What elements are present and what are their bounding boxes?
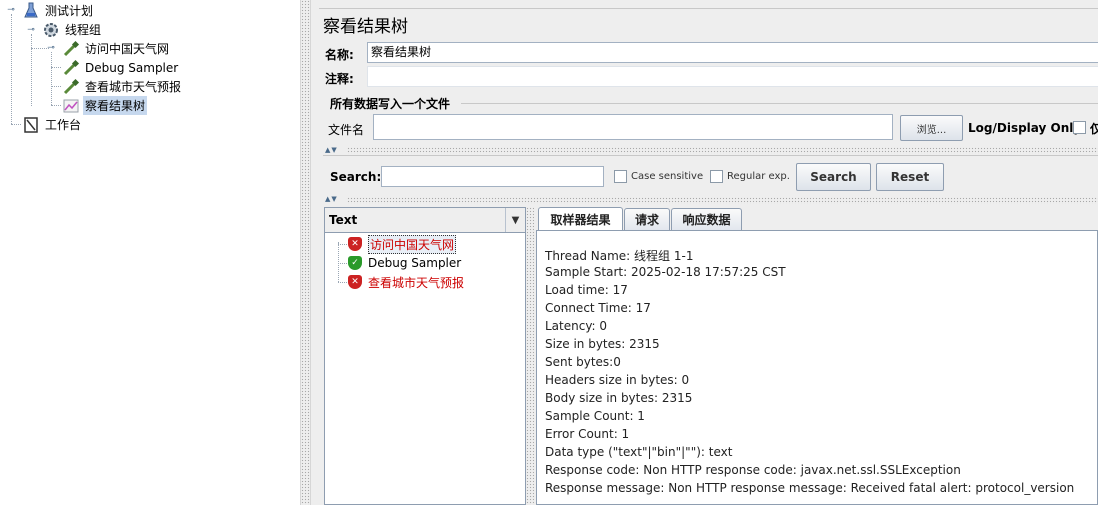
search-label: Search: [330, 170, 382, 184]
error-shield-icon: ✕ [348, 237, 362, 251]
sample-result-list[interactable]: Text ▼ ✕ 访问中国天气网 ✓ Debug Sampler ✕ 查看城市天… [324, 207, 526, 505]
log-display-only-label: Log/Display Only: [968, 121, 1086, 135]
regex-checkbox[interactable] [710, 170, 723, 183]
results-tree-chart-icon [62, 97, 80, 115]
search-button[interactable]: Search [796, 163, 871, 191]
browse-button[interactable]: 浏览... [900, 115, 963, 141]
result-item-failed[interactable]: ✕ 查看城市天气预报 [348, 273, 464, 291]
collapse-arrows-icon[interactable]: ▲▼ [325, 195, 338, 203]
tree-expand-toggle[interactable]: ⊸ [46, 43, 56, 53]
errors-checkbox[interactable] [1073, 121, 1086, 134]
tree-node-http-sampler[interactable]: 访问中国天气网 [62, 39, 171, 58]
panel-border [319, 8, 1098, 9]
result-item-label: 访问中国天气网 [368, 234, 457, 254]
tree-node-label: 线程组 [65, 23, 102, 37]
tree-connector [51, 67, 61, 68]
tree-node-label: 察看结果树 [83, 96, 148, 115]
detail-line: Sample Start: 2025-02-18 17:57:25 CST [545, 265, 786, 279]
tab-request[interactable]: 请求 [624, 208, 670, 230]
tree-node-workbench[interactable]: 工作台 [22, 115, 83, 134]
http-sampler-pipette-icon [62, 40, 80, 58]
case-sensitive-checkbox[interactable] [614, 170, 627, 183]
results-tree-panel: 察看结果树 名称: 察看结果树 注释: 所有数据写入一个文件 文件名 浏览...… [311, 0, 1098, 505]
test-plan-icon [22, 2, 40, 20]
result-item-label: Debug Sampler [368, 256, 462, 270]
http-sampler-pipette-icon [62, 78, 80, 96]
tree-node-debug-sampler[interactable]: Debug Sampler [62, 58, 180, 77]
page-title: 察看结果树 [323, 17, 408, 37]
result-item-success[interactable]: ✓ Debug Sampler [348, 254, 461, 272]
main-splitter[interactable] [300, 0, 311, 505]
tree-connector [338, 282, 347, 283]
detail-line: Connect Time: 17 [545, 301, 651, 315]
workbench-icon [22, 116, 40, 134]
thread-group-gear-icon [42, 21, 60, 39]
tree-node-label: 查看城市天气预报 [85, 80, 182, 94]
tree-node-city-weather-sampler[interactable]: 查看城市天气预报 [62, 77, 183, 96]
tree-node-label: Debug Sampler [85, 60, 179, 75]
file-name-label: 文件名 [328, 123, 365, 137]
detail-line: Data type ("text"|"bin"|""): text [545, 445, 733, 459]
tree-expand-toggle[interactable]: ⊸ [26, 25, 36, 35]
tree-connector [51, 86, 61, 87]
tree-node-label: 测试计划 [45, 4, 94, 18]
tab-sampler-result[interactable]: 取样器结果 [538, 207, 623, 231]
name-field[interactable]: 察看结果树 [367, 42, 1098, 63]
tree-node-label: 访问中国天气网 [85, 42, 170, 56]
comment-label: 注释: [325, 72, 354, 86]
errors-label: 仅 [1090, 122, 1098, 136]
tree-connector [338, 263, 347, 264]
tree-connector [51, 52, 52, 105]
result-item-failed[interactable]: ✕ 访问中国天气网 [348, 234, 457, 254]
detail-line: Thread Name: 线程组 1-1 [545, 249, 694, 263]
tab-response-data[interactable]: 响应数据 [671, 208, 742, 230]
search-bar: Search: Case sensitive Regular exp. Sear… [323, 155, 1098, 197]
group-divider [461, 103, 1098, 104]
error-shield-icon: ✕ [348, 275, 362, 289]
renderer-select[interactable]: Text ▼ [325, 208, 525, 233]
tree-node-thread-group[interactable]: 线程组 [42, 20, 103, 39]
detail-line: Size in bytes: 2315 [545, 337, 660, 351]
name-label: 名称: [325, 48, 354, 62]
renderer-value: Text [329, 213, 358, 227]
chevron-down-icon[interactable]: ▼ [505, 208, 525, 232]
detail-line: Sent bytes:0 [545, 355, 621, 369]
split-handle[interactable] [347, 197, 1098, 204]
detail-line: Response code: Non HTTP response code: j… [545, 463, 961, 477]
tree-expand-toggle[interactable]: ⊸ [6, 5, 16, 15]
split-handle[interactable] [347, 147, 1098, 154]
regex-label: Regular exp. [727, 171, 790, 182]
detail-line: Sample Count: 1 [545, 409, 645, 423]
tree-connector [11, 124, 21, 125]
result-item-label: 查看城市天气预报 [368, 275, 465, 290]
tree-connector [51, 105, 61, 106]
success-shield-icon: ✓ [348, 256, 362, 270]
detail-line: Headers size in bytes: 0 [545, 373, 690, 387]
comment-field[interactable] [367, 66, 1098, 87]
tree-connector [338, 242, 339, 282]
detail-line: Response message: Non HTTP response mess… [545, 481, 1075, 495]
tree-connector [11, 14, 12, 124]
file-group-title: 所有数据写入一个文件 [330, 97, 451, 111]
detail-line: Body size in bytes: 2315 [545, 391, 693, 405]
detail-line: Error Count: 1 [545, 427, 630, 441]
tree-node-label: 工作台 [45, 118, 82, 132]
vertical-split-handle[interactable] [526, 207, 534, 505]
search-input[interactable] [381, 166, 604, 187]
tree-connector [31, 34, 32, 106]
reset-button[interactable]: Reset [876, 163, 944, 191]
file-name-input[interactable] [373, 114, 893, 140]
collapse-arrows-icon[interactable]: ▲▼ [325, 146, 338, 154]
tree-node-test-plan[interactable]: 测试计划 [22, 1, 95, 20]
tree-node-results-tree[interactable]: 察看结果树 [62, 96, 148, 115]
sampler-result-detail[interactable]: Thread Name: 线程组 1-1 Sample Start: 2025-… [536, 230, 1098, 505]
detail-line: Latency: 0 [545, 319, 608, 333]
case-sensitive-label: Case sensitive [631, 171, 704, 182]
tree-connector [338, 244, 347, 245]
detail-line: Load time: 17 [545, 283, 628, 297]
debug-sampler-pipette-icon [62, 59, 80, 77]
test-plan-tree[interactable]: ⊸ 测试计划 ⊸ 线程组 ⊸ 访问中国天气网 Debug Sampler 查看城… [0, 0, 300, 505]
